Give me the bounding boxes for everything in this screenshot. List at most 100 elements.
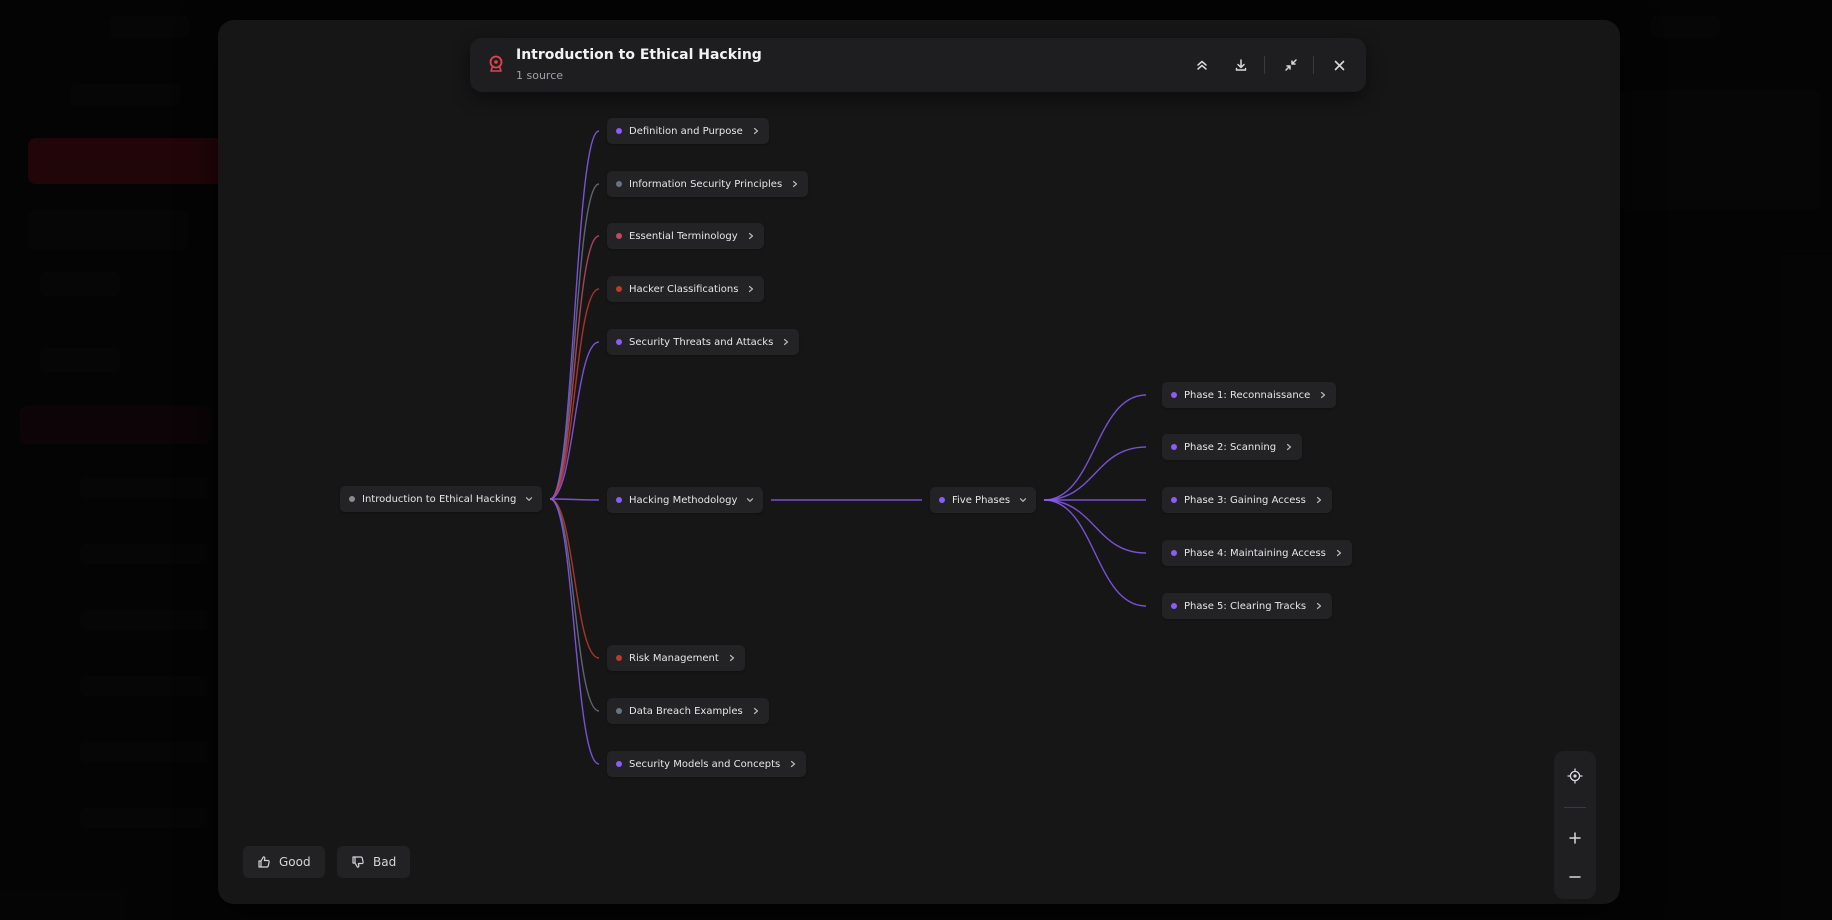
branch-connector: [549, 498, 600, 712]
node-label: Phase 4: Maintaining Access: [1184, 547, 1326, 559]
expand-toggle[interactable]: [1285, 443, 1293, 451]
chevron-right-icon: [784, 338, 789, 346]
node-dot: [939, 497, 945, 503]
branch-node[interactable]: Essential Terminology: [607, 223, 764, 249]
bad-feedback-button[interactable]: Bad: [337, 846, 411, 878]
phase-node[interactable]: Phase 2: Scanning: [1162, 434, 1303, 460]
phase-node[interactable]: Phase 3: Gaining Access: [1162, 487, 1332, 513]
chevron-right-icon: [748, 232, 753, 240]
chevron-right-icon: [1317, 602, 1322, 610]
node-label: Phase 2: Scanning: [1184, 441, 1277, 453]
expand-toggle[interactable]: [752, 707, 760, 715]
expand-toggle[interactable]: [1319, 391, 1327, 399]
chevron-down-icon: [526, 497, 533, 501]
recenter-button[interactable]: [1561, 762, 1589, 790]
expand-toggle[interactable]: [747, 285, 755, 293]
expand-toggle[interactable]: [747, 232, 755, 240]
expand-toggle[interactable]: [782, 338, 790, 346]
node-label: Phase 1: Reconnaissance: [1184, 389, 1311, 401]
branch-connector: [549, 498, 600, 765]
good-feedback-button[interactable]: Good: [243, 846, 325, 878]
branch-node[interactable]: Data Breach Examples: [607, 698, 769, 724]
node-label: Security Threats and Attacks: [629, 336, 774, 348]
branch-node[interactable]: Definition and Purpose: [607, 118, 769, 144]
node-dot: [1171, 392, 1177, 398]
mindmap-logo-icon: [489, 55, 503, 72]
close-icon: [1334, 60, 1344, 70]
node-label: Risk Management: [629, 652, 719, 664]
expand-toggle[interactable]: [791, 180, 799, 188]
node-dot: [616, 655, 622, 661]
node-dot: [1171, 603, 1177, 609]
node-dot: [616, 128, 622, 134]
sub-node-five-phases[interactable]: Five Phases: [930, 487, 1037, 513]
mindmap-modal: Introduction to Ethical Hacking Definitio…: [218, 20, 1620, 904]
chevron-right-icon: [791, 760, 796, 768]
close-button[interactable]: [1325, 51, 1353, 79]
source-count: 1 source: [516, 69, 564, 82]
phase-connector: [1043, 394, 1147, 501]
collapse-toggle[interactable]: [1019, 496, 1027, 504]
expand-toggle[interactable]: [1315, 602, 1323, 610]
chevron-down-icon: [747, 498, 754, 502]
bad-label: Bad: [373, 855, 397, 869]
node-dot: [616, 708, 622, 714]
branch-node[interactable]: Hacker Classifications: [607, 276, 765, 302]
node-label: Definition and Purpose: [629, 125, 743, 137]
node-dot: [616, 286, 622, 292]
expand-toggle[interactable]: [789, 760, 797, 768]
node-label: Phase 3: Gaining Access: [1184, 494, 1306, 506]
branch-node[interactable]: Information Security Principles: [607, 171, 809, 197]
collapse-toggle[interactable]: [746, 496, 754, 504]
minus-icon: [1569, 876, 1581, 878]
collapse-all-icon: [1197, 60, 1207, 70]
chevron-right-icon: [753, 127, 758, 135]
chevron-right-icon: [749, 285, 754, 293]
node-dot: [349, 496, 355, 502]
mindmap-connectors: [549, 130, 1147, 765]
branch-connector: [549, 183, 600, 500]
thumbs-up-icon: [258, 856, 270, 868]
expand-toggle[interactable]: [728, 654, 736, 662]
phase-connector: [1043, 499, 1147, 607]
expand-toggle[interactable]: [1315, 496, 1323, 504]
phase-node[interactable]: Phase 5: Clearing Tracks: [1162, 593, 1333, 619]
expand-toggle[interactable]: [752, 127, 760, 135]
node-label: Information Security Principles: [629, 178, 783, 190]
collapse-toggle[interactable]: [525, 495, 533, 503]
header-divider: [1313, 56, 1314, 74]
node-label: Phase 5: Clearing Tracks: [1184, 600, 1307, 612]
branch-node[interactable]: Security Threats and Attacks: [607, 329, 800, 355]
chevron-right-icon: [1316, 496, 1321, 504]
node-dot: [616, 233, 622, 239]
node-dot: [1171, 550, 1177, 556]
node-dot: [1171, 444, 1177, 450]
minimize-icon: [1285, 59, 1297, 71]
minimize-button[interactable]: [1277, 51, 1305, 79]
download-button[interactable]: [1227, 51, 1255, 79]
zoom-out-button[interactable]: [1561, 863, 1589, 891]
chevron-right-icon: [793, 180, 798, 188]
phase-node[interactable]: Phase 1: Reconnaissance: [1162, 382, 1337, 408]
expand-toggle[interactable]: [1335, 549, 1343, 557]
node-dot: [616, 761, 622, 767]
chevron-right-icon: [1336, 549, 1341, 557]
node-dot: [616, 339, 622, 345]
node-label: Hacking Methodology: [629, 494, 738, 506]
node-label: Introduction to Ethical Hacking: [362, 493, 517, 505]
zoom-controls: [1554, 751, 1596, 899]
node-label: Data Breach Examples: [629, 705, 743, 717]
collapse-all-button[interactable]: [1188, 51, 1216, 79]
zoom-in-button[interactable]: [1561, 824, 1589, 852]
header-divider: [1264, 56, 1265, 74]
node-dot: [1171, 497, 1177, 503]
root-node[interactable]: Introduction to Ethical Hacking: [340, 486, 543, 512]
download-icon: [1235, 59, 1247, 71]
chevron-right-icon: [1321, 391, 1326, 399]
branch-node[interactable]: Security Models and Concepts: [607, 751, 807, 777]
branch-node[interactable]: Risk Management: [607, 645, 745, 671]
branch-connector: [549, 235, 600, 500]
branch-node[interactable]: Hacking Methodology: [607, 487, 764, 513]
node-dot: [616, 181, 622, 187]
phase-node[interactable]: Phase 4: Maintaining Access: [1162, 540, 1352, 566]
